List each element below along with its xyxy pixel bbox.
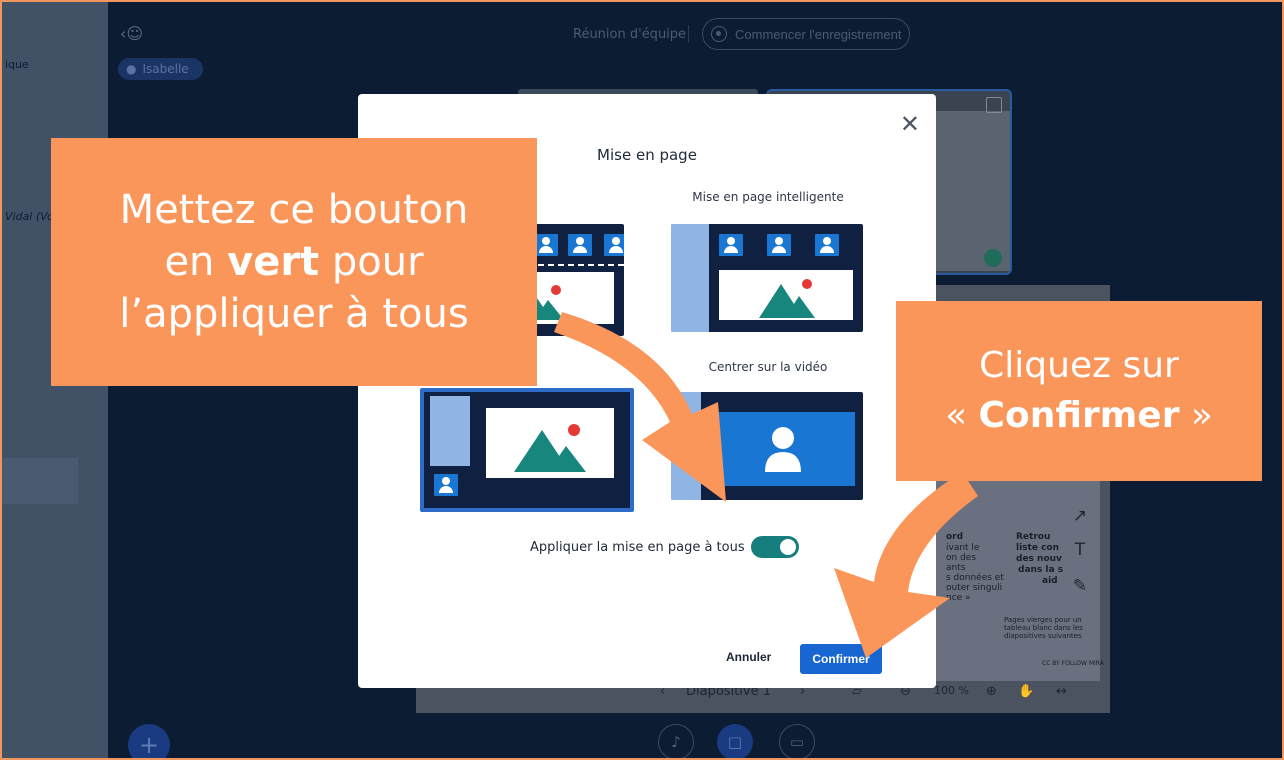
zoom-level: 100 % bbox=[934, 684, 969, 697]
start-recording-label: Commencer l'enregistrement bbox=[735, 26, 902, 42]
callout-text: pour bbox=[319, 239, 424, 285]
tutorial-callout-toggle: Mettez ce bouton en vert pour l’applique… bbox=[51, 138, 537, 386]
callout-line: Mettez ce bouton bbox=[119, 187, 469, 233]
user-list-toggle-icon[interactable]: ‹☺ bbox=[120, 24, 143, 43]
confirm-button[interactable]: Confirmer bbox=[800, 644, 882, 674]
user-tile-icon bbox=[719, 234, 743, 256]
user-list-text: ique bbox=[5, 58, 29, 71]
camera-button[interactable]: □ bbox=[717, 724, 753, 758]
apply-to-all-label: Appliquer la mise en page à tous bbox=[530, 539, 745, 555]
apply-to-all-row: Appliquer la mise en page à tous bbox=[530, 536, 799, 558]
screen-share-button[interactable]: ▭ bbox=[779, 724, 815, 758]
callout-emphasis: Confirmer bbox=[978, 395, 1180, 436]
callout-text: en bbox=[164, 239, 228, 285]
user-tile-icon bbox=[434, 474, 458, 496]
screenshot-frame: ique Vidal (Vou ‹☺ ● Isabelle Réunion d'… bbox=[0, 0, 1284, 760]
fullscreen-icon[interactable] bbox=[986, 97, 1002, 113]
layout-option-smart[interactable] bbox=[671, 224, 863, 332]
slide-text: des nouv bbox=[1016, 554, 1062, 564]
user-tile-icon bbox=[767, 234, 791, 256]
user-icon bbox=[765, 427, 801, 472]
microphone-icon: ● bbox=[126, 62, 137, 76]
slide-text: s données et bbox=[946, 573, 1004, 583]
slide-text: ivant le bbox=[946, 543, 980, 553]
slide-text: on des bbox=[946, 553, 977, 563]
callout-line: Cliquez sur bbox=[979, 345, 1179, 386]
mountain-icon bbox=[514, 424, 586, 472]
slide-text: Pages vierges pour un tableau blanc dans… bbox=[1004, 616, 1083, 640]
callout-text: » bbox=[1179, 395, 1213, 436]
user-list-divider bbox=[2, 458, 78, 504]
callout-emphasis: vert bbox=[227, 239, 320, 285]
apply-to-all-toggle[interactable] bbox=[750, 536, 799, 558]
callout-line: « Confirmer » bbox=[945, 391, 1213, 441]
callout-line: en vert pour bbox=[164, 236, 423, 288]
mountain-icon bbox=[759, 279, 815, 318]
sidebar-preview bbox=[671, 392, 701, 500]
sidebar-preview bbox=[430, 396, 470, 466]
layout-option-presentation[interactable] bbox=[420, 388, 634, 512]
actions-button[interactable]: + bbox=[128, 724, 170, 759]
slide-preview bbox=[719, 270, 853, 320]
fit-width-icon[interactable]: ↔ bbox=[1056, 684, 1067, 699]
user-tile-icon bbox=[604, 234, 624, 256]
layout-option-video-focus[interactable] bbox=[671, 392, 863, 500]
webcam-user-icon bbox=[984, 249, 1002, 267]
meeting-title: Réunion d'équipe bbox=[573, 27, 687, 42]
close-icon[interactable]: ✕ bbox=[900, 110, 920, 139]
layout-label-smart: Mise en page intelligente bbox=[692, 190, 844, 204]
video-preview bbox=[711, 412, 855, 486]
header-divider bbox=[688, 25, 689, 43]
microphone-muted-icon: ♪ bbox=[671, 733, 681, 751]
callout-line: l’appliquer à tous bbox=[119, 291, 469, 337]
slide-text: Retrou bbox=[1016, 532, 1051, 542]
layout-label-video-focus: Centrer sur la vidéo bbox=[708, 360, 828, 374]
talker-name: Isabelle bbox=[142, 62, 189, 76]
slide-text: outer singuli bbox=[946, 583, 1003, 593]
screen-share-off-icon: ▭ bbox=[789, 733, 805, 751]
record-icon bbox=[711, 26, 727, 42]
tutorial-callout-confirm: Cliquez sur « Confirmer » bbox=[896, 301, 1262, 481]
talking-indicator: ● Isabelle bbox=[118, 58, 203, 80]
user-tile-icon bbox=[568, 234, 592, 256]
sidebar-preview bbox=[671, 224, 709, 332]
slide-text: dans la s bbox=[1018, 565, 1064, 575]
start-recording-button[interactable]: Commencer l'enregistrement bbox=[702, 18, 910, 50]
slide-text: ord bbox=[946, 532, 964, 542]
text-tool-icon[interactable]: T bbox=[1060, 540, 1100, 560]
callout-text: « bbox=[945, 395, 979, 436]
whiteboard-toolbar: ↗ T ✎ bbox=[1060, 472, 1100, 612]
slide-text: liste con bbox=[1016, 543, 1059, 553]
cancel-button[interactable]: Annuler bbox=[726, 650, 771, 664]
camera-icon: □ bbox=[727, 733, 743, 751]
mute-button[interactable]: ♪ bbox=[658, 724, 694, 758]
license-badge: CC BY FOLLOW MIRA bbox=[1042, 660, 1104, 667]
slide-text: nce » bbox=[946, 593, 971, 603]
note-tool-icon[interactable]: ✎ bbox=[1060, 576, 1100, 596]
user-tile-icon bbox=[815, 234, 839, 256]
hand-tool-icon[interactable]: ✋ bbox=[1018, 684, 1034, 699]
slide-preview bbox=[486, 408, 614, 478]
user-tile-icon bbox=[534, 234, 558, 256]
zoom-in-icon[interactable]: ⊕ bbox=[986, 684, 997, 699]
slide-text: aid bbox=[1042, 576, 1058, 586]
slide-text: ants bbox=[946, 563, 966, 573]
plus-icon: + bbox=[138, 731, 160, 759]
arrow-tool-icon[interactable]: ↗ bbox=[1060, 506, 1100, 526]
